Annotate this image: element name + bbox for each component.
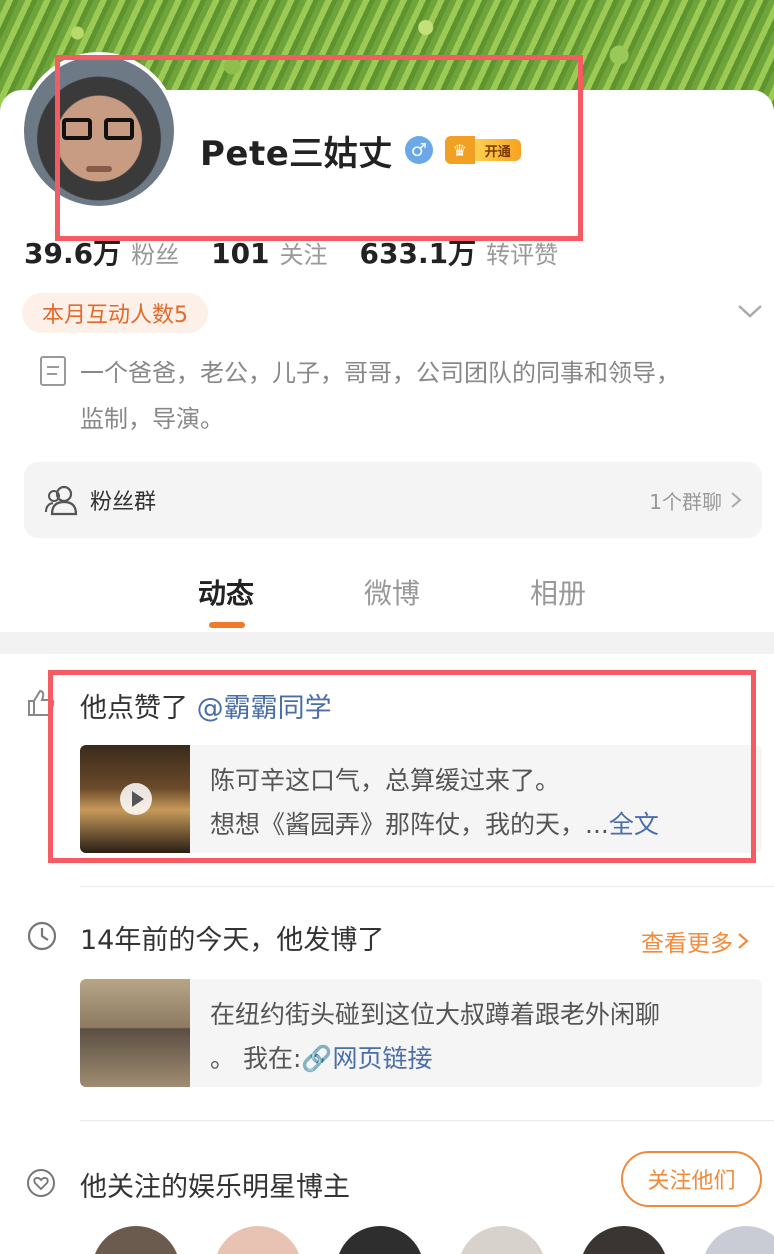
reposts-likes-label[interactable]: 转评赞	[486, 235, 558, 270]
memory-post-text: 在纽约街头碰到这位大叔蹲着跟老外闲聊 。 我在:🔗网页链接	[190, 979, 660, 1087]
fan-group-row[interactable]: 粉丝群 1个群聊	[24, 462, 762, 538]
liked-post-card[interactable]: 陈可辛这口气，总算缓过来了。 想想《酱园弄》那阵仗，我的天，...全文	[80, 745, 762, 853]
divider	[80, 1120, 774, 1121]
profile-tabs: 动态 微博 相册	[0, 562, 774, 632]
tab-weibo[interactable]: 微博	[364, 572, 420, 612]
following-count[interactable]: 101	[211, 237, 269, 270]
group-icon	[45, 485, 78, 516]
monthly-interaction-badge[interactable]: 本月互动人数5	[22, 293, 208, 333]
memory-title: 14年前的今天，他发博了	[80, 925, 385, 956]
followed-avatar[interactable]	[214, 1226, 302, 1254]
document-icon	[40, 356, 66, 386]
tab-album[interactable]: 相册	[530, 572, 586, 612]
followed-avatar[interactable]	[92, 1226, 180, 1254]
divider	[80, 886, 774, 887]
section-separator	[0, 632, 774, 654]
followed-avatar[interactable]	[702, 1226, 774, 1254]
fan-group-label: 粉丝群	[90, 490, 157, 515]
liked-post-line2: 想想《酱园弄》那阵仗，我的天，...全文	[210, 810, 659, 839]
thumbs-up-icon	[28, 689, 55, 716]
male-gender-icon: ♂	[404, 136, 433, 164]
liked-header: 他点赞了 @霸霸同学	[80, 686, 332, 725]
avatar-image	[24, 56, 174, 206]
see-more-label: 查看更多	[641, 931, 733, 957]
avatar[interactable]	[20, 52, 178, 210]
followed-avatar[interactable]	[458, 1226, 546, 1254]
memory-post-line2: 。 我在:🔗网页链接	[210, 1044, 433, 1073]
follow-them-button[interactable]: 关注他们	[621, 1151, 762, 1207]
bio-section: 一个爸爸，老公，儿子，哥哥，公司团队的同事和领导，监制，导演。	[40, 350, 740, 442]
clock-icon	[27, 921, 57, 951]
memory-post-line1: 在纽约街头碰到这位大叔蹲着跟老外闲聊	[210, 1000, 661, 1029]
followers-label[interactable]: 粉丝	[131, 235, 179, 270]
link-icon: 🔗	[301, 1044, 333, 1073]
following-label[interactable]: 关注	[280, 235, 328, 270]
follows-title: 他关注的娱乐明星博主	[80, 1172, 350, 1203]
chevron-down-icon[interactable]	[736, 300, 764, 322]
memory-post-card[interactable]: 在纽约街头碰到这位大叔蹲着跟老外闲聊 。 我在:🔗网页链接	[80, 979, 762, 1087]
name-row: Pete三姑丈 ♂ ♛ 开通	[200, 128, 521, 174]
web-link[interactable]: 网页链接	[333, 1044, 433, 1073]
tab-active-indicator	[209, 622, 245, 628]
bio-text: 一个爸爸，老公，儿子，哥哥，公司团队的同事和领导，监制，导演。	[80, 359, 680, 433]
photo-thumbnail[interactable]	[80, 979, 190, 1087]
crown-icon: ♛	[444, 136, 475, 164]
liked-mention-link[interactable]: @霸霸同学	[197, 693, 332, 724]
video-thumbnail[interactable]	[80, 745, 190, 853]
stats-row: 39.6万 粉丝 101 关注 633.1万 转评赞	[24, 232, 580, 272]
fan-group-count: 1个群聊	[649, 489, 722, 514]
vip-open-button[interactable]: ♛ 开通	[444, 136, 521, 164]
followed-avatar[interactable]	[580, 1226, 668, 1254]
heart-icon	[27, 1169, 55, 1197]
liked-prefix: 他点赞了	[80, 693, 188, 724]
tab-dynamic[interactable]: 动态	[198, 572, 254, 612]
followed-avatars-row	[0, 1226, 774, 1254]
play-icon	[120, 783, 152, 815]
reposts-likes-count[interactable]: 633.1万	[360, 232, 477, 272]
chevron-right-icon	[738, 933, 749, 949]
full-text-link[interactable]: 全文	[609, 810, 659, 839]
profile-name: Pete三姑丈	[200, 133, 393, 174]
see-more-link[interactable]: 查看更多	[641, 924, 749, 958]
liked-post-text: 陈可辛这口气，总算缓过来了。 想想《酱园弄》那阵仗，我的天，...全文	[190, 745, 659, 853]
vip-open-label: 开通	[474, 139, 521, 161]
followed-avatar[interactable]	[336, 1226, 424, 1254]
liked-post-line1: 陈可辛这口气，总算缓过来了。	[210, 766, 561, 795]
followers-count[interactable]: 39.6万	[24, 232, 121, 272]
chevron-right-icon	[731, 492, 742, 508]
